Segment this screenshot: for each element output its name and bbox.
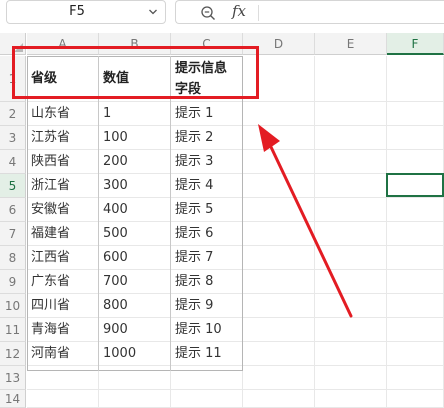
annotation-arrow: [258, 124, 353, 318]
annotation-arrow-head: [258, 124, 280, 152]
annotation-arrow-shaft: [269, 145, 353, 318]
